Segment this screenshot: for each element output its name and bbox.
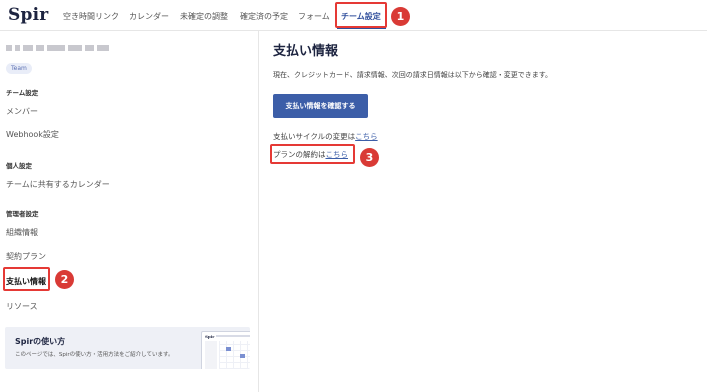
sidebar-item-shared-calendar[interactable]: チームに共有するカレンダー bbox=[6, 179, 110, 190]
sidebar-item-plan[interactable]: 契約プラン bbox=[6, 251, 46, 262]
team-badge: Team bbox=[6, 63, 32, 74]
step-badge-2: 2 bbox=[55, 270, 74, 289]
highlight-cancel-link bbox=[270, 144, 355, 164]
thumbnail-sidebar bbox=[205, 341, 217, 369]
nav-unconfirmed[interactable]: 未確定の調整 bbox=[180, 11, 228, 22]
nav-confirmed[interactable]: 確定済の予定 bbox=[240, 11, 288, 22]
page-title: 支払い情報 bbox=[273, 44, 339, 59]
section-personal-settings: 個人設定 bbox=[6, 162, 32, 170]
banner-title: Spirの使い方 bbox=[15, 337, 66, 346]
step-badge-1: 1 bbox=[391, 7, 410, 26]
spir-logo[interactable]: Spir bbox=[8, 5, 48, 25]
sidebar-item-resources[interactable]: リソース bbox=[6, 301, 38, 312]
section-admin-settings: 管理者設定 bbox=[6, 210, 39, 218]
highlight-team-settings bbox=[335, 2, 387, 28]
app-preview-thumbnail: Spir bbox=[201, 331, 250, 369]
nav-calendar[interactable]: カレンダー bbox=[129, 11, 169, 22]
how-to-use-banner[interactable]: Spirの使い方 このページでは、Spirの使い方・活用方法をご紹介しています。… bbox=[5, 327, 250, 369]
step-badge-3: 3 bbox=[360, 148, 379, 167]
organization-name-redacted bbox=[6, 45, 136, 51]
main-content: 支払い情報 現在、クレジットカード、請求情報、次回の請求日情報は以下から確認・変… bbox=[260, 31, 707, 392]
thumbnail-event bbox=[240, 354, 245, 358]
nav-form[interactable]: フォーム bbox=[298, 11, 330, 22]
nav-free-time-link[interactable]: 空き時間リンク bbox=[63, 11, 119, 22]
payment-cycle-link[interactable]: こちら bbox=[355, 132, 378, 141]
thumbnail-event bbox=[226, 347, 231, 351]
sidebar-item-organization[interactable]: 組織情報 bbox=[6, 227, 38, 238]
sidebar: Team チーム設定 メンバー Webhook設定 個人設定 チームに共有するカ… bbox=[0, 31, 259, 392]
page-description: 現在、クレジットカード、請求情報、次回の請求日情報は以下から確認・変更できます。 bbox=[273, 71, 553, 79]
sidebar-item-members[interactable]: メンバー bbox=[6, 106, 38, 117]
thumbnail-logo: Spir bbox=[205, 334, 215, 339]
payment-cycle-label: 支払いサイクルの変更は bbox=[273, 132, 356, 141]
payment-cycle-text: 支払いサイクルの変更はこちら bbox=[273, 131, 378, 142]
confirm-payment-info-button[interactable]: 支払い情報を確認する bbox=[273, 94, 368, 118]
sidebar-item-webhook[interactable]: Webhook設定 bbox=[6, 129, 59, 140]
thumbnail-calendar-grid bbox=[219, 341, 250, 369]
highlight-payment-info bbox=[3, 267, 50, 291]
banner-description: このページでは、Spirの使い方・活用方法をご紹介しています。 bbox=[15, 352, 174, 358]
thumbnail-nav-bar bbox=[216, 335, 250, 337]
section-team-settings: チーム設定 bbox=[6, 89, 39, 97]
